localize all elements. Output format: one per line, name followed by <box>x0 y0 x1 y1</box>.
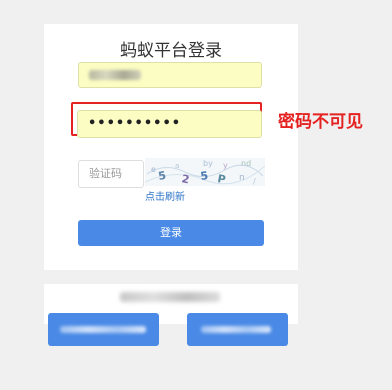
password-mask: •••••••••• <box>88 116 182 131</box>
captcha-input[interactable]: 验证码 <box>78 160 144 188</box>
username-redacted-value <box>89 70 141 80</box>
password-field[interactable]: •••••••••• <box>77 110 262 138</box>
secondary-right-button[interactable] <box>187 313 288 346</box>
secondary-redacted-text <box>120 292 220 302</box>
secondary-left-button[interactable] <box>48 313 159 346</box>
password-invisible-annotation: 密码不可见 <box>278 112 363 132</box>
svg-text:a: a <box>175 162 179 170</box>
svg-text:by: by <box>203 159 213 168</box>
svg-text:/: / <box>253 177 256 186</box>
svg-text:n: n <box>239 173 245 183</box>
captcha-image[interactable]: e a by y nd 5 2 5 P n / <box>145 158 265 186</box>
svg-text:nd: nd <box>241 159 251 168</box>
svg-text:y: y <box>223 161 228 170</box>
captcha-placeholder: 验证码 <box>89 167 122 180</box>
login-button[interactable]: 登录 <box>78 220 264 246</box>
right-button-redacted-label <box>201 326 271 333</box>
username-field[interactable] <box>78 62 262 88</box>
login-panel: 蚂蚁平台登录 •••••••••• 验证码 e a by y nd 5 2 5 … <box>44 24 298 270</box>
refresh-captcha-link[interactable]: 点击刷新 <box>145 188 185 203</box>
left-button-redacted-label <box>60 326 146 333</box>
login-title: 蚂蚁平台登录 <box>120 41 222 61</box>
svg-text:e: e <box>151 165 156 174</box>
